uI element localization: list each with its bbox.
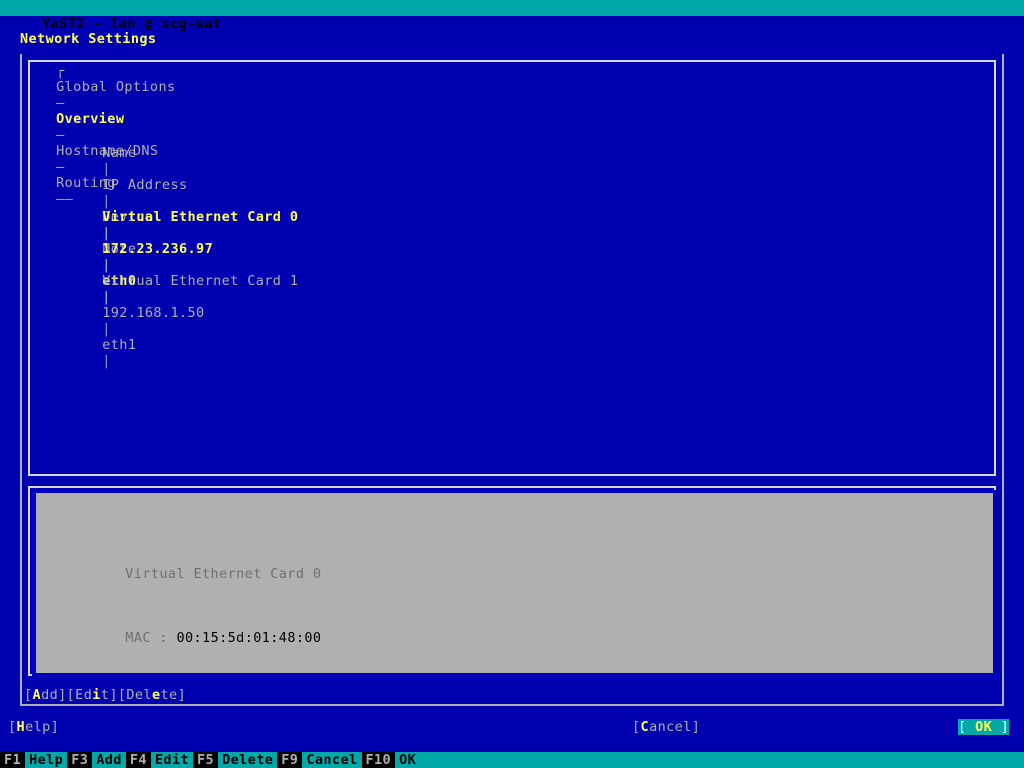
- cancel-accelerator: C: [640, 719, 650, 735]
- cancel-bracket-open: [: [632, 719, 641, 735]
- interface-detail-content: Virtual Ethernet Card 0 MAC : 00:15:5d:0…: [32, 490, 996, 676]
- fn-label-cancel[interactable]: Cancel: [302, 752, 362, 768]
- ok-button[interactable]: [ OK ]: [958, 719, 1010, 735]
- delete-accelerator: e: [151, 687, 161, 703]
- detail-device-title: Virtual Ethernet Card 0: [40, 550, 501, 582]
- window-title-bar: YaST2 - lan @ scg-uat: [0, 0, 1024, 32]
- column-divider-icon: |: [102, 289, 111, 305]
- interface-detail-panel: Virtual Ethernet Card 0 MAC : 00:15:5d:0…: [28, 486, 996, 676]
- column-divider-icon: |: [102, 353, 111, 369]
- cancel-button[interactable]: [Cancel]: [632, 719, 700, 735]
- edit-bracket-close: ]: [109, 687, 118, 703]
- cell-name: Virtual Ethernet Card 1: [102, 273, 299, 289]
- interfaces-table[interactable]: Name | IP Address | Device | Note Virtua…: [28, 60, 996, 476]
- ok-label: OK: [975, 719, 993, 735]
- edit-bracket-open: [Ed: [66, 687, 93, 703]
- delete-label: te: [160, 687, 178, 703]
- detail-mac-value: 00:15:5d:01:48:00: [176, 630, 322, 646]
- cell-name: Virtual Ethernet Card 0: [102, 209, 299, 225]
- detail-mac-row: MAC : 00:15:5d:01:48:00: [40, 614, 501, 646]
- add-accelerator: A: [32, 687, 42, 703]
- fn-label-add[interactable]: Add: [92, 752, 126, 768]
- fn-label-help[interactable]: Help: [25, 752, 68, 768]
- delete-button[interactable]: [Delete]: [118, 687, 186, 703]
- fn-label-delete[interactable]: Delete: [218, 752, 278, 768]
- column-divider-icon: |: [102, 161, 111, 177]
- fn-key-f1: F1: [0, 752, 26, 768]
- column-divider-icon: |: [102, 321, 111, 337]
- window-title-text: YaST2 - lan @ scg-uat: [42, 16, 222, 32]
- fn-key-f3: F3: [67, 752, 93, 768]
- fn-key-f5: F5: [193, 752, 219, 768]
- cell-ip-address: 192.168.1.50: [102, 305, 205, 321]
- delete-bracket-open: [Del: [117, 687, 152, 703]
- detail-mac-label: MAC: [125, 630, 160, 646]
- add-label: dd: [41, 687, 59, 703]
- help-bracket-open: [: [8, 719, 17, 735]
- detail-device-title-text: Virtual Ethernet Card 0: [125, 566, 322, 582]
- add-bracket-close: ]: [58, 687, 67, 703]
- edit-accelerator: i: [92, 687, 101, 703]
- cell-device: eth1: [102, 337, 137, 353]
- delete-bracket-close: ]: [177, 687, 187, 703]
- table-action-buttons: [Add][Edit][Delete]: [24, 687, 186, 703]
- interfaces-table-body: Name | IP Address | Device | Note Virtua…: [34, 81, 299, 369]
- fn-key-f4: F4: [125, 752, 151, 768]
- detail-mac-colon: :: [159, 630, 177, 646]
- help-accelerator: H: [16, 719, 26, 735]
- yast-terminal-screen: YaST2 - lan @ scg-uat Network Settings ┌…: [0, 0, 1024, 768]
- ok-bracket-close: ]: [992, 719, 1010, 735]
- fn-label-ok[interactable]: OK: [395, 752, 421, 768]
- add-button[interactable]: [Add]: [24, 687, 67, 703]
- fn-key-f9: F9: [277, 752, 303, 768]
- fn-label-edit[interactable]: Edit: [150, 752, 194, 768]
- add-bracket-open: [: [24, 687, 33, 703]
- fn-key-f10: F10: [361, 752, 396, 768]
- interface-detail-lines: Virtual Ethernet Card 0 MAC : 00:15:5d:0…: [40, 502, 501, 673]
- page-title: Network Settings: [20, 31, 157, 47]
- cancel-label: ancel: [649, 719, 692, 735]
- column-header-ip-address: IP Address: [102, 177, 188, 193]
- help-button[interactable]: [Help]: [8, 719, 59, 735]
- column-divider-icon: |: [102, 225, 111, 241]
- help-bracket-close: ]: [50, 719, 60, 735]
- help-label: elp: [25, 719, 51, 735]
- column-header-name: Name: [102, 145, 137, 161]
- cancel-bracket-close: ]: [691, 719, 701, 735]
- edit-button[interactable]: [Edit]: [67, 687, 118, 703]
- function-key-bar[interactable]: F1 Help F3 Add F4 Edit F5 Delete F9 Cancel F10 OK: [0, 752, 1024, 768]
- column-divider-icon: |: [102, 193, 111, 209]
- ok-bracket-open: [: [958, 719, 976, 735]
- cell-ip-address: 172.23.236.97: [102, 241, 214, 257]
- table-header-row: Name | IP Address | Device | Note: [34, 129, 294, 257]
- column-divider-icon: |: [102, 257, 111, 273]
